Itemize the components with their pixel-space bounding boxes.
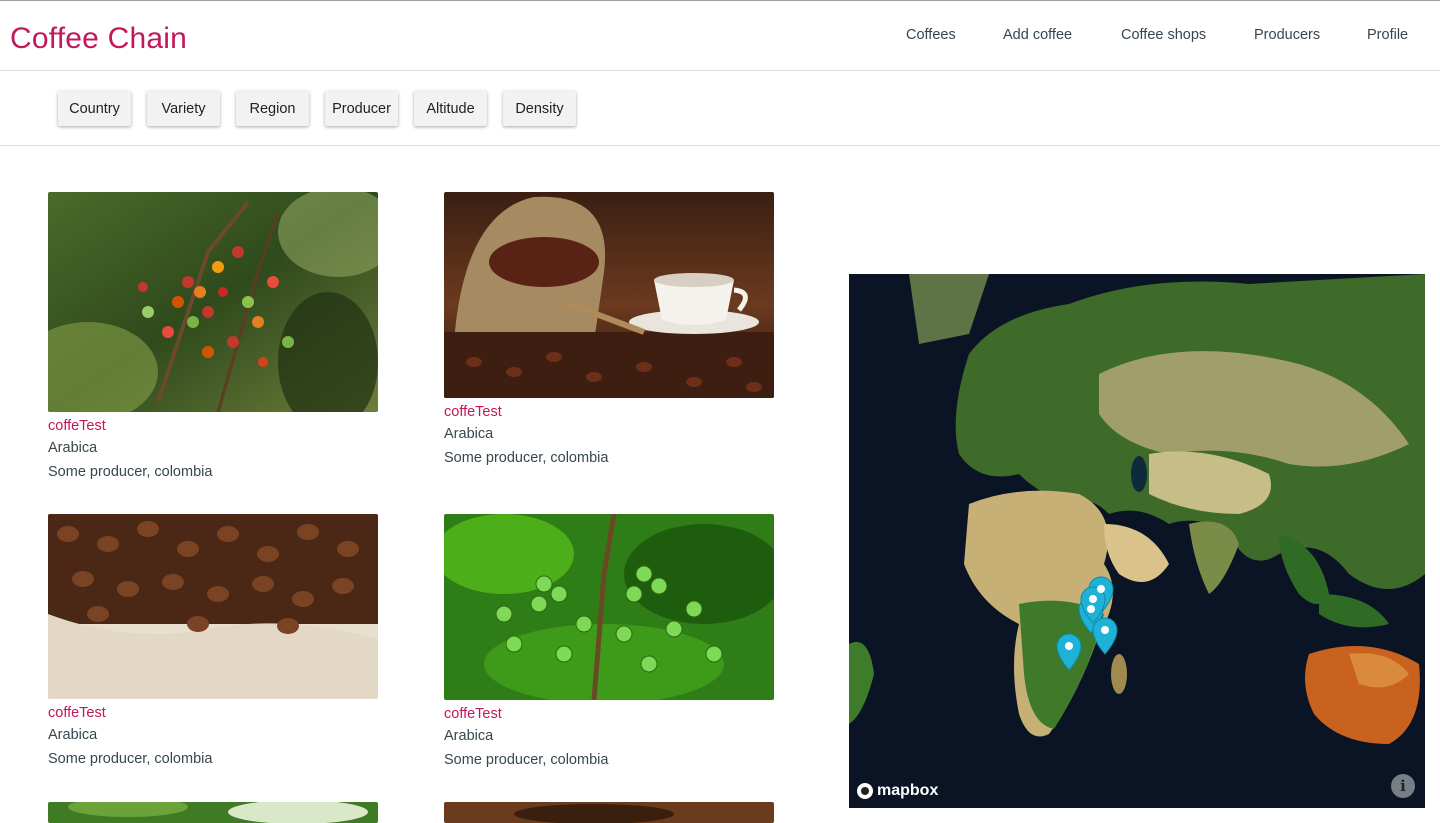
coffee-plant-image [48, 802, 378, 823]
coffee-card[interactable] [48, 802, 378, 823]
green-cherries-image [444, 514, 774, 700]
coffee-image[interactable] [48, 802, 378, 823]
coffee-producer: Some producer, colombia [48, 751, 213, 767]
coffee-card[interactable]: coffeTest Arabica Some producer, colombi… [444, 192, 774, 470]
info-icon[interactable]: i [1391, 774, 1415, 798]
coffee-producer: Some producer, colombia [444, 450, 609, 466]
coffee-name[interactable]: coffeTest [444, 402, 774, 422]
filter-variety-button[interactable]: Variety [147, 91, 220, 126]
filter-altitude-button[interactable]: Altitude [414, 91, 487, 126]
coffee-image[interactable] [444, 802, 774, 823]
nav-coffee-shops[interactable]: Coffee shops [1121, 27, 1206, 43]
coffee-image[interactable] [444, 514, 774, 700]
filter-producer-button[interactable]: Producer [325, 91, 398, 126]
nav-producers[interactable]: Producers [1254, 27, 1320, 43]
coffee-name[interactable]: coffeTest [48, 416, 378, 436]
coffee-cherries-image [48, 192, 378, 412]
coffee-variety: Arabica [48, 440, 98, 456]
coffee-variety: Arabica [444, 426, 494, 442]
coffee-map[interactable]: mapbox i [849, 274, 1425, 808]
filter-country-button[interactable]: Country [58, 91, 131, 126]
beans-image [444, 802, 774, 823]
nav-coffees[interactable]: Coffees [906, 27, 956, 43]
coffee-name[interactable]: coffeTest [48, 703, 378, 723]
mapbox-logo-icon [857, 783, 873, 799]
filter-region-button[interactable]: Region [236, 91, 309, 126]
coffee-name[interactable]: coffeTest [444, 704, 774, 724]
filter-bar: Country Variety Region Producer Altitude… [0, 71, 1440, 146]
coffee-image[interactable] [444, 192, 774, 398]
coffee-variety: Arabica [444, 728, 494, 744]
brand-title[interactable]: Coffee Chain [10, 22, 187, 56]
coffee-card[interactable]: coffeTest Arabica Some producer, colombi… [444, 514, 774, 772]
nav-profile[interactable]: Profile [1367, 27, 1408, 43]
coffee-producer: Some producer, colombia [48, 464, 213, 480]
coffee-producer: Some producer, colombia [444, 752, 609, 768]
coffee-card[interactable]: coffeTest Arabica Some producer, colombi… [48, 192, 378, 484]
app-header: Coffee Chain Coffees Add coffee Coffee s… [0, 1, 1440, 71]
coffee-image[interactable] [48, 514, 378, 699]
world-satellite-map [849, 274, 1425, 808]
roasted-beans-image [48, 514, 378, 699]
coffee-image[interactable] [48, 192, 378, 412]
mapbox-logo[interactable]: mapbox [857, 782, 938, 800]
coffee-card[interactable] [444, 802, 774, 823]
filter-density-button[interactable]: Density [503, 91, 576, 126]
coffee-card[interactable]: coffeTest Arabica Some producer, colombi… [48, 514, 378, 771]
coffee-variety: Arabica [48, 727, 98, 743]
nav-add-coffee[interactable]: Add coffee [1003, 27, 1072, 43]
mapbox-logo-text: mapbox [877, 782, 939, 799]
beans-and-cup-image [444, 192, 774, 398]
